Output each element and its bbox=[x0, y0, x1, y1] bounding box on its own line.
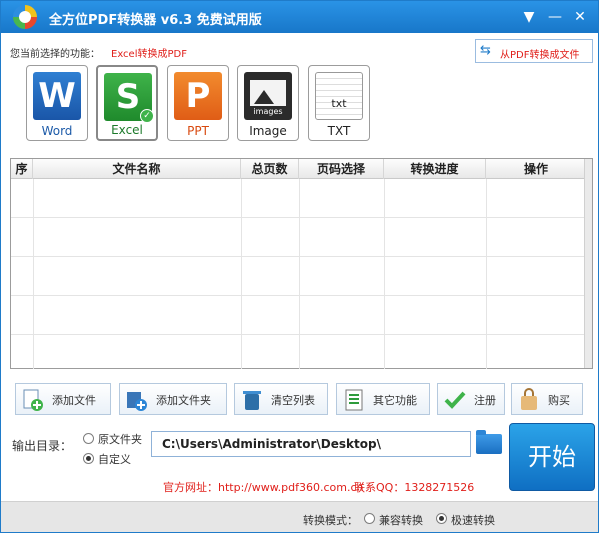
website-text: 官方网址：http://www.pdf360.com.cn bbox=[163, 481, 364, 494]
image-icon: images bbox=[244, 72, 292, 120]
contact-qq-text: 联系QQ：1328271526 bbox=[354, 481, 475, 494]
list-icon bbox=[345, 389, 363, 411]
mode-label: 转换模式： bbox=[303, 514, 358, 527]
add-folder-label: 添加文件夹 bbox=[156, 394, 211, 407]
menu-dropdown-icon[interactable]: ▼ bbox=[519, 7, 539, 27]
radio-fast-mode-label: 极速转换 bbox=[451, 514, 495, 527]
clear-list-label: 清空列表 bbox=[271, 394, 315, 407]
column-progress-header[interactable]: 转换进度 bbox=[384, 159, 486, 179]
txt-icon: txt bbox=[315, 72, 363, 120]
format-ppt-label: PPT bbox=[187, 124, 209, 138]
status-footer: 转换模式： 兼容转换 极速转换 bbox=[1, 501, 598, 532]
buy-label: 购买 bbox=[548, 394, 570, 407]
clear-list-button[interactable]: 清空列表 bbox=[234, 383, 328, 415]
app-window: 全方位PDF转换器 v6.3 免费试用版 ▼ — ✕ 您当前选择的功能： Exc… bbox=[0, 0, 599, 533]
format-word-label: Word bbox=[41, 124, 73, 138]
swap-arrows-icon: ⇆ bbox=[480, 43, 491, 58]
current-function-value: Excel转换成PDF bbox=[111, 49, 187, 60]
close-button[interactable]: ✕ bbox=[570, 7, 590, 27]
shopping-bag-icon bbox=[521, 388, 537, 410]
radio-original-folder[interactable] bbox=[83, 433, 94, 444]
add-folder-button[interactable]: 添加文件夹 bbox=[119, 383, 227, 415]
from-pdf-button[interactable]: ⇆ 从PDF转换成文件 bbox=[475, 39, 593, 63]
radio-custom-folder[interactable] bbox=[83, 453, 94, 464]
browse-folder-icon[interactable] bbox=[476, 430, 502, 454]
from-pdf-button-label: 从PDF转换成文件 bbox=[500, 50, 580, 61]
format-excel-button[interactable]: S ✓ Excel bbox=[96, 65, 158, 141]
output-path-input[interactable]: C:\Users\Administrator\Desktop\ bbox=[151, 431, 471, 457]
grid-line bbox=[11, 295, 586, 296]
format-txt-button[interactable]: txt TXT bbox=[308, 65, 370, 141]
buy-button[interactable]: 购买 bbox=[511, 383, 583, 415]
column-page-select-header[interactable]: 页码选择 bbox=[299, 159, 384, 179]
selected-check-icon: ✓ bbox=[140, 109, 154, 123]
add-file-icon bbox=[23, 389, 43, 411]
trash-icon bbox=[243, 391, 261, 410]
start-button[interactable]: 开始 bbox=[509, 423, 595, 491]
radio-custom-folder-label: 自定义 bbox=[98, 453, 131, 466]
add-file-label: 添加文件 bbox=[52, 394, 96, 407]
word-icon: W bbox=[33, 72, 81, 120]
check-icon bbox=[444, 391, 466, 409]
format-txt-label: TXT bbox=[327, 124, 351, 138]
other-functions-button[interactable]: 其它功能 bbox=[336, 383, 430, 415]
app-logo-icon bbox=[13, 5, 37, 29]
grid-line bbox=[241, 179, 242, 369]
title-bar: 全方位PDF转换器 v6.3 免费试用版 ▼ — ✕ bbox=[1, 1, 598, 33]
window-title: 全方位PDF转换器 v6.3 免费试用版 bbox=[49, 13, 262, 28]
radio-compatible-mode[interactable] bbox=[364, 513, 375, 524]
file-table[interactable]: 序 文件名称 总页数 页码选择 转换进度 操作 bbox=[10, 158, 593, 369]
grid-line bbox=[299, 179, 300, 369]
grid-line bbox=[384, 179, 385, 369]
output-dir-label: 输出目录： bbox=[12, 439, 73, 453]
table-header: 序 文件名称 总页数 页码选择 转换进度 操作 bbox=[11, 159, 586, 179]
grid-line bbox=[11, 256, 586, 257]
grid-line bbox=[11, 334, 586, 335]
radio-fast-mode[interactable] bbox=[436, 513, 447, 524]
ppt-icon: P bbox=[174, 72, 222, 120]
column-action-header[interactable]: 操作 bbox=[486, 159, 586, 179]
radio-compatible-mode-label: 兼容转换 bbox=[379, 514, 423, 527]
format-image-button[interactable]: images Image bbox=[237, 65, 299, 141]
format-ppt-button[interactable]: P PPT bbox=[167, 65, 229, 141]
add-folder-icon bbox=[127, 392, 147, 411]
register-button[interactable]: 注册 bbox=[437, 383, 505, 415]
add-file-button[interactable]: 添加文件 bbox=[15, 383, 111, 415]
grid-line bbox=[33, 179, 34, 369]
grid-line bbox=[486, 179, 487, 369]
format-word-button[interactable]: W Word bbox=[26, 65, 88, 141]
format-excel-label: Excel bbox=[111, 123, 143, 137]
format-image-label: Image bbox=[249, 124, 287, 138]
table-scrollbar[interactable] bbox=[584, 159, 592, 368]
other-functions-label: 其它功能 bbox=[373, 394, 417, 407]
radio-original-folder-label: 原文件夹 bbox=[98, 433, 142, 446]
column-index-header[interactable]: 序 bbox=[11, 159, 33, 179]
minimize-button[interactable]: — bbox=[545, 7, 565, 27]
column-pages-header[interactable]: 总页数 bbox=[241, 159, 299, 179]
register-label: 注册 bbox=[474, 394, 496, 407]
grid-line bbox=[11, 217, 586, 218]
current-function-label: 您当前选择的功能： bbox=[10, 49, 100, 60]
column-filename-header[interactable]: 文件名称 bbox=[33, 159, 241, 179]
